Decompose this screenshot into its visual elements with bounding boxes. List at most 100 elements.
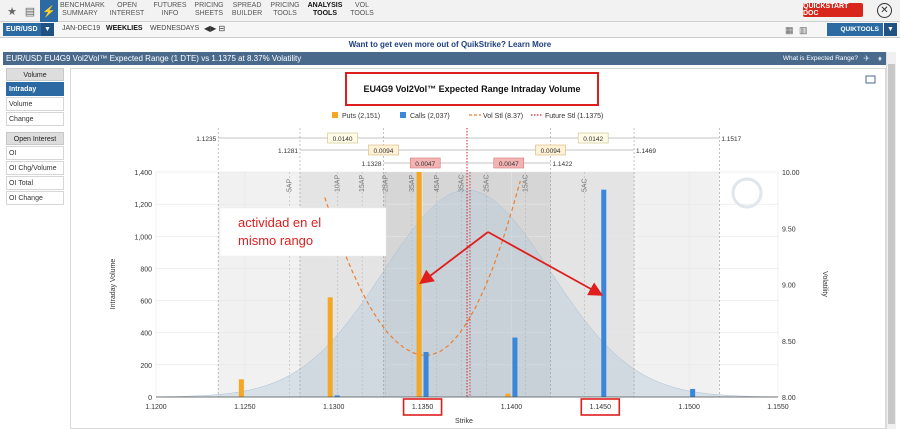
y-tick-label: 0 [148, 395, 152, 402]
call-bar[interactable] [601, 189, 607, 397]
close-icon[interactable]: ✕ [877, 3, 892, 18]
x-tick-label: 1.1500 [678, 404, 700, 411]
wednesdays-tab[interactable]: WEDNESDAYS [150, 25, 199, 32]
x-tick-label: 1.1300 [323, 404, 345, 411]
range-high-label: 1.1469 [636, 148, 656, 155]
sidebar-header-volume: Volume [6, 68, 64, 81]
legend-item: Puts (2,151) [342, 113, 380, 120]
nav-item[interactable]: BENCHMARK SUMMARY [60, 2, 105, 18]
x-tick-label: 1.1550 [767, 404, 789, 411]
call-bar[interactable] [512, 337, 518, 397]
y-tick-label: 1,000 [134, 234, 152, 241]
put-bar[interactable] [327, 297, 333, 397]
expected-range-help-link[interactable]: What is Expected Range? [783, 52, 858, 65]
nav-item[interactable]: VOL TOOLS [342, 2, 382, 18]
y2-axis-title: Volatility [821, 271, 828, 297]
chart-container: EU4G9 Vol2Vol™ Expected Range Intraday V… [70, 68, 886, 429]
legend-item: Vol Stl (8.37) [483, 113, 523, 120]
delta-label: 35AC [459, 174, 466, 192]
promo-link[interactable]: Want to get even more out of QuikStrike?… [0, 39, 900, 51]
nav-item[interactable]: PRICING TOOLS [265, 2, 305, 18]
delta-label: 5AC [581, 178, 588, 192]
y-tick-label: 1,200 [134, 202, 152, 209]
chevron-down-icon[interactable]: ▼ [41, 23, 54, 36]
y-tick-label: 1,400 [134, 170, 152, 177]
delta-label: 15AC [523, 174, 530, 192]
sidebar-item[interactable]: Change [6, 112, 64, 126]
annotation-text-line2: mismo rango [238, 233, 313, 248]
range-low-label: 1.1235 [196, 136, 216, 143]
scrollbar-thumb[interactable] [888, 64, 895, 424]
quickstart-doc-button[interactable]: QUICKSTART DOC [803, 3, 863, 17]
call-bar[interactable] [690, 388, 696, 397]
chart-title: EU4G9 Vol2Vol™ Expected Range Intraday V… [363, 84, 580, 94]
section-title: EUR/USD EU4G9 Vol2Vol™ Expected Range (1… [6, 54, 302, 63]
y2-tick-label: 8.00 [782, 395, 796, 402]
x-tick-label: 1.1350 [412, 404, 434, 411]
lightning-icon[interactable]: ⚡ [40, 0, 58, 22]
y2-tick-label: 10.00 [782, 170, 800, 177]
sidebar-item[interactable]: Intraday [6, 82, 64, 96]
delta-label: 45AP [434, 175, 441, 192]
y2-tick-label: 8.50 [782, 339, 796, 346]
nav-item[interactable]: OPEN INTEREST [107, 2, 147, 18]
delta-label: 25AP [382, 175, 389, 192]
sidebar-item[interactable]: OI Total [6, 176, 64, 190]
y-tick-label: 800 [140, 266, 152, 273]
delta-label: 15AP [359, 175, 366, 192]
sidebar-item[interactable]: OI Change [6, 191, 64, 205]
sidebar: Volume Intraday Volume Change Open Interes… [6, 68, 64, 206]
chart-settings-icon[interactable]: ▦ [785, 25, 794, 36]
share-icon[interactable]: ✈ [863, 52, 870, 65]
y-axis-title: Intraday Volume [110, 259, 117, 310]
grid-icon[interactable]: ▤ [22, 3, 38, 19]
sidebar-header-open-interest: Open Interest [6, 132, 64, 145]
top-nav: ★ ▤ ⚡ BENCHMARK SUMMARY OPEN INTEREST FUTU… [0, 0, 900, 22]
sidebar-item[interactable]: Volume [6, 97, 64, 111]
delta-label: 10AP [334, 175, 341, 192]
expiry-tab[interactable]: JAN-DEC19 [62, 25, 100, 32]
twitter-icon[interactable]: ♦ [878, 52, 882, 65]
put-bar[interactable] [416, 172, 422, 397]
range-width-label: 0.0140 [333, 136, 353, 143]
range-width-label: 0.0047 [499, 161, 519, 168]
star-icon[interactable]: ★ [4, 3, 20, 19]
y2-tick-label: 9.00 [782, 283, 796, 290]
section-title-bar: EUR/USD EU4G9 Vol2Vol™ Expected Range (1… [3, 52, 886, 65]
x-axis-title: Strike [455, 418, 473, 425]
expected-range-chart: EU4G9 Vol2Vol™ Expected Range Intraday V… [70, 68, 886, 429]
range-high-label: 1.1517 [721, 136, 741, 143]
put-bar[interactable] [238, 379, 244, 397]
delta-label: 35AP [409, 175, 416, 192]
legend-swatch [400, 112, 406, 118]
y-tick-label: 200 [140, 363, 152, 370]
y-tick-label: 400 [140, 331, 152, 338]
nav-item[interactable]: PRICING SHEETS [189, 2, 229, 18]
quicktools-button[interactable]: QUIKTOOLS [827, 23, 883, 36]
expiry-nav-arrows-icon[interactable]: ◀▶ ⊟ [204, 24, 225, 33]
y2-tick-label: 9.50 [782, 226, 796, 233]
nav-item[interactable]: FUTURES INFO [150, 2, 190, 18]
sidebar-item[interactable]: OI Chg/Volume [6, 161, 64, 175]
nav-item[interactable]: ANALYSIS TOOLS [305, 2, 345, 18]
range-high-label: 1.1422 [553, 161, 573, 168]
x-tick-label: 1.1250 [234, 404, 256, 411]
y-tick-label: 600 [140, 299, 152, 306]
call-bar[interactable] [423, 352, 429, 397]
calculator-icon[interactable]: ▥ [799, 25, 808, 36]
annotation-text-line1: actividad en el [238, 215, 321, 230]
legend-swatch [332, 112, 338, 118]
range-width-label: 0.0094 [541, 148, 561, 155]
scrollbar[interactable] [886, 52, 896, 429]
range-low-label: 1.1328 [362, 161, 382, 168]
nav-item[interactable]: SPREAD BUILDER [227, 2, 267, 18]
sidebar-item[interactable]: OI [6, 146, 64, 160]
chevron-down-icon[interactable]: ▼ [884, 23, 897, 36]
range-low-label: 1.1281 [278, 148, 298, 155]
put-bar[interactable] [505, 393, 511, 397]
legend-item: Calls (2,037) [410, 113, 450, 120]
delta-label: 5AP [286, 178, 293, 192]
range-width-label: 0.0094 [374, 148, 394, 155]
weeklies-tab[interactable]: WEEKLIES [106, 25, 143, 32]
delta-label: 25AC [484, 174, 491, 192]
